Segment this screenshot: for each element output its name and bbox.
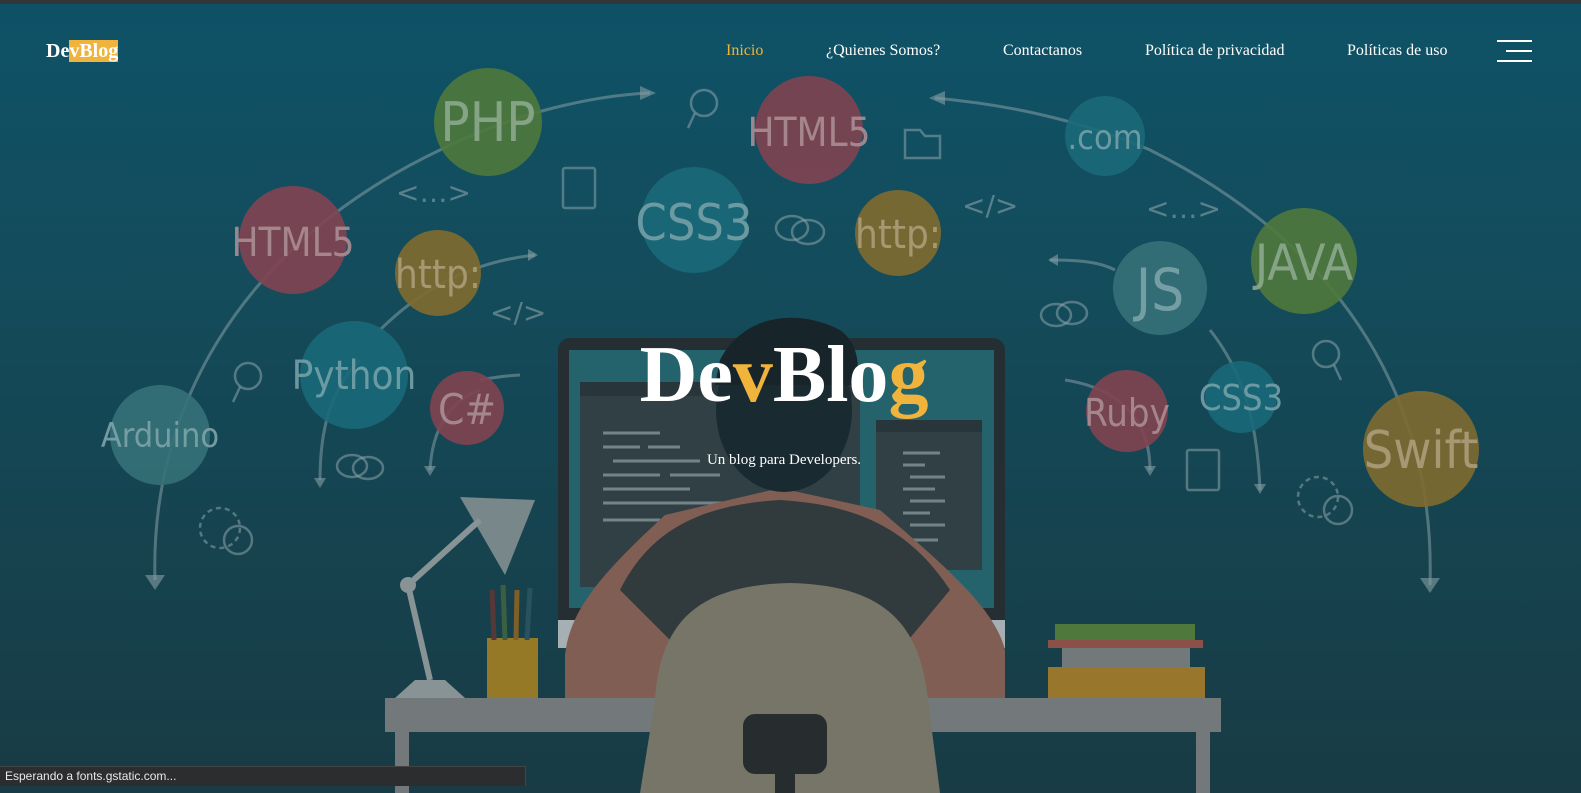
hero-subtitle: Un blog para Developers. (706, 452, 862, 468)
nav-inicio[interactable]: Inicio (726, 42, 763, 60)
hero-title-part-c: Blo (772, 331, 889, 419)
hamburger-menu-icon[interactable] (1494, 40, 1532, 64)
nav-politica-privacidad[interactable]: Política de privacidad (1145, 42, 1285, 60)
nav-contactanos[interactable]: Contactanos (1003, 42, 1082, 60)
hero-section: <…> <…> </> </> PHP HTML5 HTML5 .com JAV… (0, 0, 1581, 793)
hero-title-part-d: g (888, 331, 929, 419)
main-nav: Inicio ¿Quienes Somos? Contactanos Polít… (0, 42, 1581, 62)
browser-status-bar: Esperando a fonts.gstatic.com... (0, 766, 526, 786)
hero-title-part-a: De (639, 331, 733, 419)
hero-title-part-b: v (732, 331, 773, 419)
hero-title: DevBlog (0, 330, 1568, 420)
nav-politicas-uso[interactable]: Políticas de uso (1347, 42, 1447, 60)
nav-quienes-somos[interactable]: ¿Quienes Somos? (826, 42, 940, 60)
